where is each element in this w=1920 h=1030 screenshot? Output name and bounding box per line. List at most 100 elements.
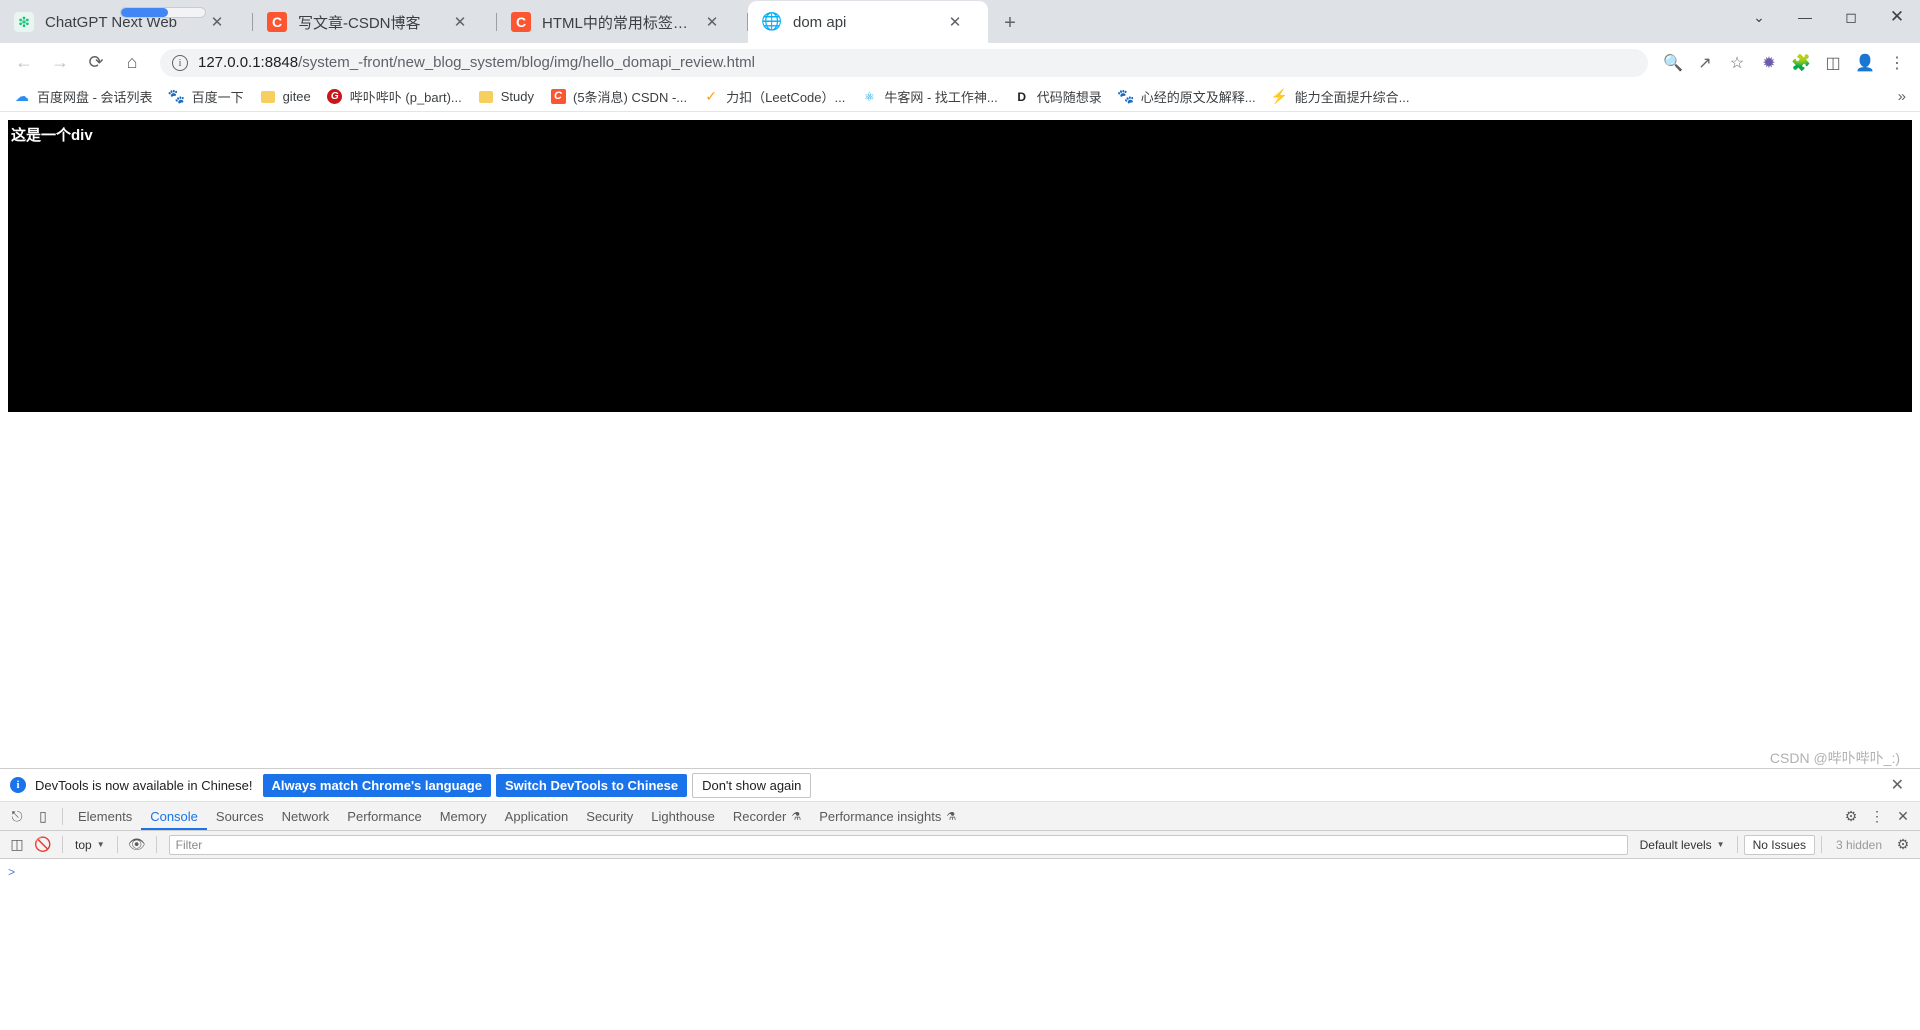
tab-performance-insights-label: Performance insights — [819, 808, 942, 824]
close-icon[interactable]: ✕ — [1885, 775, 1910, 795]
devtools-tab-bar-right: ⚙ ⋮ ✕ — [1838, 803, 1920, 829]
baidu-pan-icon: ☁ — [15, 88, 29, 104]
back-button[interactable]: ← — [8, 47, 40, 79]
extension-puzzle-icon[interactable]: ✹ — [1754, 48, 1784, 78]
tab-performance[interactable]: Performance — [338, 802, 430, 830]
bookmark-item[interactable]: ⚡ 能力全面提升综合... — [1264, 84, 1418, 109]
tab-console[interactable]: Console — [141, 802, 207, 830]
divider — [116, 836, 118, 853]
experiment-flask-icon: ⚗ — [946, 810, 957, 823]
profile-avatar-icon[interactable]: 👤 — [1850, 48, 1880, 78]
address-bar[interactable]: i 127.0.0.1:8848/system_-front/new_blog_… — [160, 48, 1648, 77]
clear-console-icon[interactable]: 🚫 — [30, 832, 56, 858]
csdn-watermark: CSDN @哔卟哔卟_:) — [1769, 750, 1900, 766]
execution-context-selector[interactable]: top ▼ — [69, 838, 111, 852]
bookmark-item[interactable]: 🐾 百度一下 — [161, 84, 252, 109]
close-devtools-icon[interactable]: ✕ — [1890, 803, 1916, 829]
browser-tab-title: dom api — [793, 13, 847, 31]
zoom-search-icon[interactable]: 🔍 — [1658, 48, 1688, 78]
lightning-icon: ⚡ — [1270, 88, 1289, 104]
log-levels-label: Default levels — [1639, 837, 1712, 852]
bookmark-item[interactable]: ✓ 力扣（LeetCode）... — [695, 84, 853, 109]
divider — [62, 807, 63, 825]
device-toolbar-icon[interactable]: ▯ — [30, 803, 56, 829]
bookmarks-overflow-button[interactable]: » — [1890, 88, 1914, 105]
bookmark-item[interactable]: Study — [470, 86, 542, 108]
bookmark-label: gitee — [282, 89, 311, 104]
browser-tab-1[interactable]: ❇ ChatGPT Next Web ✕ — [0, 1, 252, 43]
bookmark-item[interactable]: ☁ 百度网盘 - 会话列表 — [6, 84, 161, 109]
tab-security[interactable]: Security — [577, 802, 642, 830]
minimize-button[interactable]: — — [1782, 0, 1828, 34]
tab-network[interactable]: Network — [273, 802, 339, 830]
bookmark-item[interactable]: ⚛ 牛客网 - 找工作神... — [853, 84, 1005, 109]
url-path: /system_-front/new_blog_system/blog/img/… — [298, 54, 755, 71]
tab-elements[interactable]: Elements — [69, 802, 141, 830]
bookmark-item[interactable]: D 代码随想录 — [1006, 84, 1110, 109]
browser-tab-4[interactable]: 🌐 dom api ✕ — [748, 1, 988, 43]
bookmark-label: (5条消息) CSDN -... — [573, 90, 688, 105]
home-button[interactable]: ⌂ — [116, 47, 148, 79]
bookmark-item[interactable]: 🐾 心经的原文及解释... — [1110, 84, 1264, 109]
bookmark-label: Study — [500, 89, 534, 104]
bookmark-item[interactable]: G 哔卟哔卟 (p_bart)... — [319, 84, 470, 109]
chatgpt-icon: ❇ — [14, 12, 34, 32]
switch-devtools-chinese-button[interactable]: Switch DevTools to Chinese — [495, 773, 688, 797]
maximize-button[interactable]: ◻ — [1828, 0, 1874, 34]
forward-button[interactable]: → — [44, 47, 76, 79]
bookmark-star-icon[interactable]: ☆ — [1722, 48, 1752, 78]
console-toolbar: ◫ 🚫 top ▼ 👁 Default levels ▼ No Issues 3… — [0, 831, 1920, 859]
bookmark-item[interactable]: C (5条消息) CSDN -... — [542, 84, 695, 109]
site-info-icon[interactable]: i — [172, 54, 188, 71]
side-panel-icon[interactable]: ◫ — [1818, 48, 1848, 78]
settings-gear-icon[interactable]: ⚙ — [1838, 803, 1864, 829]
close-window-button[interactable]: ✕ — [1874, 0, 1920, 34]
divider — [155, 836, 157, 853]
console-filter-input[interactable] — [168, 834, 1628, 855]
tab-close-button[interactable]: ✕ — [203, 8, 231, 36]
tab-close-button[interactable]: ✕ — [941, 8, 969, 36]
console-settings-gear-icon[interactable]: ⚙ — [1890, 832, 1916, 858]
extension-puzzle-icon-2[interactable]: 🧩 — [1786, 48, 1816, 78]
csdn-c-icon: C — [550, 89, 566, 105]
tab-memory[interactable]: Memory — [431, 802, 496, 830]
browser-tab-title: 写文章-CSDN博客 — [298, 14, 421, 32]
issues-button[interactable]: No Issues — [1743, 834, 1815, 855]
dont-show-again-button[interactable]: Don't show again — [692, 772, 812, 798]
chevron-down-icon: ▼ — [96, 840, 105, 849]
always-match-language-button[interactable]: Always match Chrome's language — [262, 773, 491, 797]
browser-menu-icon[interactable]: ⋮ — [1882, 48, 1912, 78]
bookmark-label: 能力全面提升综合... — [1294, 90, 1410, 105]
tab-sources[interactable]: Sources — [207, 802, 273, 830]
tab-recorder[interactable]: Recorder ⚗ — [724, 802, 810, 830]
window-controls: ⌄ — ◻ ✕ — [1736, 0, 1920, 43]
csdn-icon: C — [267, 12, 287, 32]
reload-button[interactable]: ⟳ — [80, 47, 112, 79]
inspect-element-icon[interactable]: ⎋ — [4, 803, 30, 829]
live-expression-eye-icon[interactable]: 👁 — [124, 832, 150, 858]
more-options-icon[interactable]: ⋮ — [1864, 803, 1890, 829]
bookmark-item[interactable]: gitee — [252, 86, 319, 108]
console-output-area[interactable]: > — [0, 859, 1920, 1030]
toolbar-right-icons: 🔍 ↗ ☆ ✹ 🧩 ◫ 👤 ⋮ — [1656, 48, 1912, 78]
tab-performance-insights[interactable]: Performance insights ⚗ — [810, 802, 965, 830]
share-icon[interactable]: ↗ — [1690, 48, 1720, 78]
leetcode-icon: ✓ — [705, 88, 717, 104]
devtools-panel: i DevTools is now available in Chinese! … — [0, 768, 1920, 1030]
bookmarks-bar: ☁ 百度网盘 - 会话列表 🐾 百度一下 gitee G 哔卟哔卟 (p_bar… — [0, 82, 1920, 112]
sidebar-toggle-icon[interactable]: ◫ — [4, 832, 30, 858]
tab-close-button[interactable]: ✕ — [446, 8, 474, 36]
browser-tab-3[interactable]: C HTML中的常用标签_哔卟哔卟_:) ✕ — [497, 1, 747, 43]
tab-close-button[interactable]: ✕ — [698, 8, 726, 36]
browser-tab-2[interactable]: C 写文章-CSDN博客 ✕ — [253, 1, 496, 43]
console-prompt-caret: > — [8, 865, 16, 880]
bookmark-label: 百度一下 — [191, 90, 244, 105]
new-tab-button[interactable]: + — [995, 8, 1025, 38]
browser-toolbar: ← → ⟳ ⌂ i 127.0.0.1:8848/system_-front/n… — [0, 43, 1920, 82]
divider — [62, 836, 63, 853]
log-levels-selector[interactable]: Default levels ▼ — [1634, 838, 1731, 852]
console-prompt-row[interactable]: > — [0, 863, 1920, 882]
tab-lighthouse[interactable]: Lighthouse — [642, 802, 724, 830]
tab-search-chevron-icon[interactable]: ⌄ — [1736, 0, 1782, 34]
tab-application[interactable]: Application — [496, 802, 578, 830]
